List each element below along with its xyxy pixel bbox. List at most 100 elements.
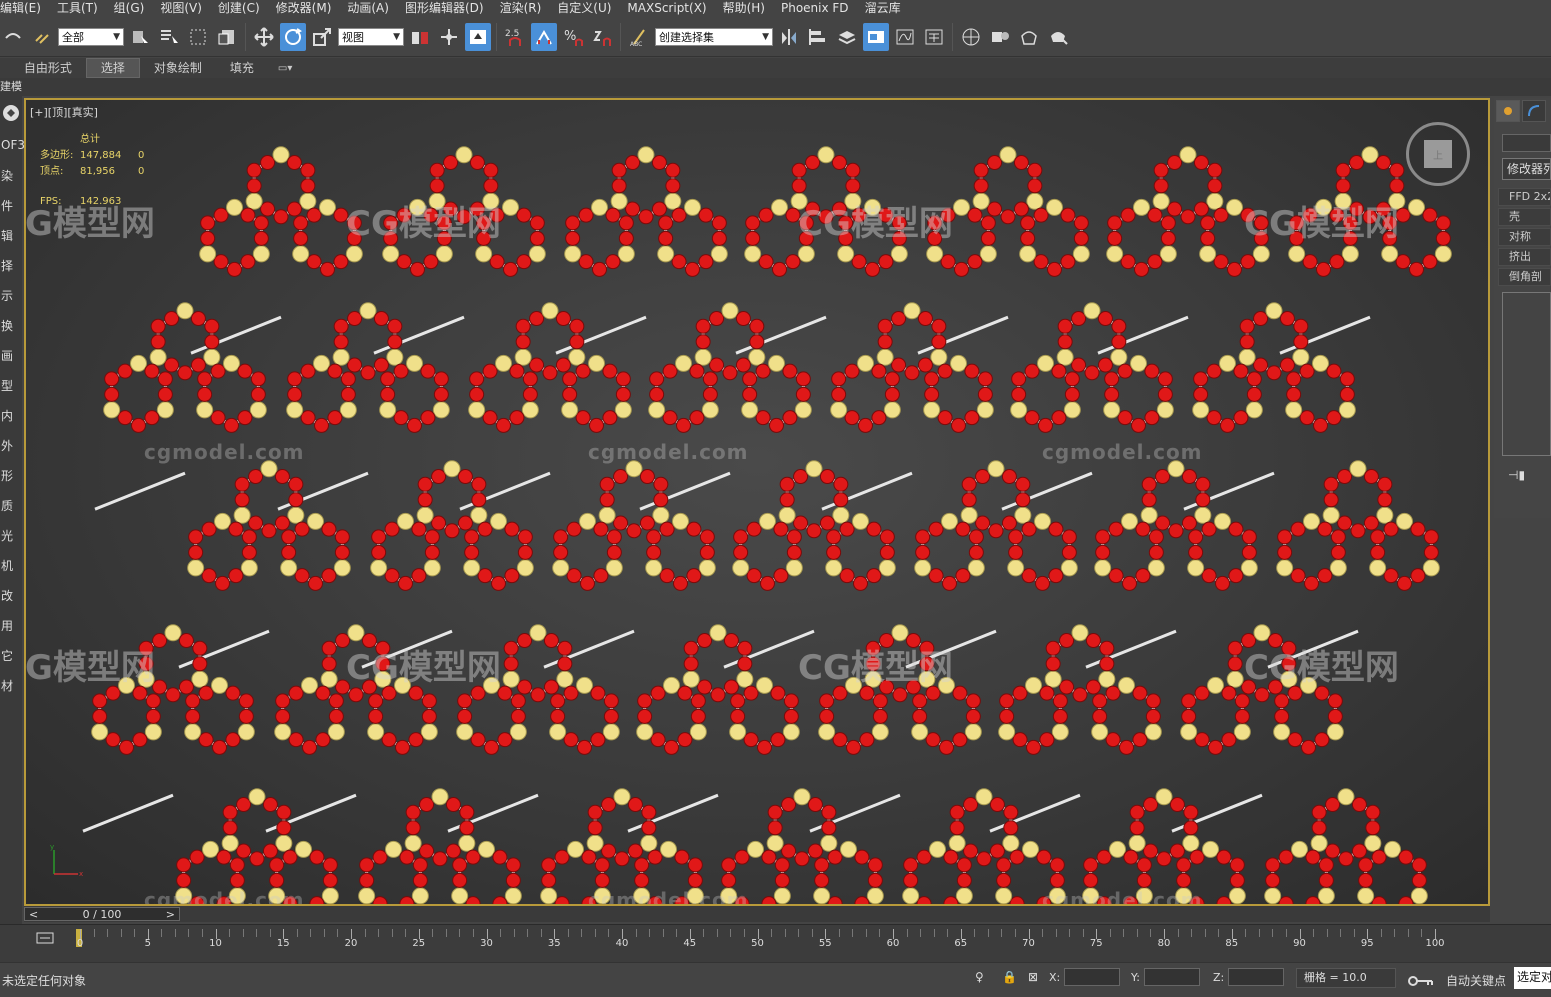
timeline-toggle-icon[interactable] (36, 931, 54, 945)
menu-item[interactable]: Phoenix FD (773, 0, 857, 17)
object-name-field[interactable] (1502, 134, 1551, 152)
render-frame-icon[interactable] (1016, 23, 1042, 51)
menu-item[interactable]: 组(G) (106, 0, 153, 17)
modifier-list-dropdown[interactable]: 修改器列表 (1502, 158, 1551, 180)
left-strip-item[interactable]: OF3 (0, 130, 25, 160)
viewcube[interactable]: 上 (1406, 122, 1470, 186)
menu-item[interactable]: 溜云库 (857, 0, 909, 17)
set-key-icon[interactable] (1408, 975, 1434, 987)
coord-z-field[interactable] (1228, 968, 1285, 986)
angle-snap-icon[interactable] (531, 22, 557, 51)
left-strip-item[interactable]: 换 (0, 310, 22, 340)
pivot-center-icon[interactable] (407, 23, 433, 51)
timeline[interactable]: 0 5 10 15 20 25 30 35 40 45 50 55 60 65 70 75 80 85 90 95 10… (0, 924, 1551, 962)
left-strip-item[interactable]: 用 (0, 610, 22, 640)
left-strip-item[interactable]: 它 (0, 640, 22, 670)
scale-icon[interactable] (309, 23, 335, 51)
link-icon[interactable] (29, 23, 55, 51)
keyboard-shortcut-icon[interactable] (465, 22, 491, 51)
ref-coord-dropdown[interactable]: 视图 ▼ (338, 27, 404, 46)
selection-lock-icon[interactable]: 🔒 (1002, 970, 1017, 986)
auto-key-button[interactable]: 自动关键点 (1446, 972, 1506, 989)
scene-explorer-icon[interactable] (863, 22, 889, 51)
align-icon[interactable] (805, 23, 831, 51)
menu-item[interactable]: 编辑(E) (0, 0, 49, 17)
menu-item[interactable]: 动画(A) (339, 0, 397, 17)
select-manipulate-icon[interactable] (436, 23, 462, 51)
molecule-mesh[interactable] (26, 100, 1490, 906)
left-strip-item[interactable]: 示 (0, 280, 22, 310)
modifier-symmetry-button[interactable]: 对称 (1498, 228, 1551, 246)
left-strip-item[interactable]: 型 (0, 370, 22, 400)
time-slider[interactable]: < 0 / 100 > (24, 906, 1490, 922)
tab-object-paint[interactable]: 对象绘制 (140, 59, 216, 77)
named-selection-dropdown[interactable]: 创建选择集 ▼ (655, 27, 773, 46)
left-strip-item[interactable]: 内 (0, 400, 22, 430)
percent-snap-icon[interactable]: % (560, 23, 586, 51)
layer-manager-icon[interactable] (834, 23, 860, 51)
menu-item[interactable]: 创建(C) (210, 0, 268, 17)
select-by-name-icon[interactable] (156, 23, 182, 51)
left-strip-item[interactable]: 形 (0, 460, 22, 490)
select-object-icon[interactable] (127, 23, 153, 51)
viewport-top[interactable]: [+][顶][真实] 总计 多边形: 147,884 0 顶点: 81,956 0 FP… (24, 98, 1490, 906)
modifier-stack[interactable] (1502, 292, 1551, 456)
modifier-bevel-profile-button[interactable]: 倒角剖 (1498, 268, 1551, 286)
curve-editor-icon[interactable] (892, 23, 918, 51)
ribbon-options-dropdown-icon[interactable]: ▭▾ (278, 63, 292, 74)
modifier-ffd-button[interactable]: FFD 2x2 (1498, 188, 1551, 206)
left-strip-item[interactable]: 材 (0, 670, 22, 700)
modifier-shell-button[interactable]: 壳 (1498, 208, 1551, 226)
rotate-icon[interactable] (280, 22, 306, 51)
spinner-snap-icon[interactable] (589, 23, 615, 51)
menu-item[interactable]: MAXScript(X) (619, 0, 714, 17)
render-production-icon[interactable] (1045, 23, 1071, 51)
pin-stack-icon[interactable]: ⊣▮ (1508, 468, 1551, 482)
create-tab-icon[interactable] (1496, 100, 1520, 122)
tab-selection[interactable]: 选择 (85, 58, 140, 78)
selection-set-dropdown[interactable]: 选定对象 (1514, 967, 1551, 989)
absolute-mode-icon[interactable]: ⊠ (1028, 970, 1042, 986)
coord-y-field[interactable] (1143, 968, 1200, 986)
time-slider-track[interactable]: < 0 / 100 > (24, 907, 180, 921)
ribbon-tab-modeling-stub[interactable] (0, 59, 10, 77)
edit-named-sel-icon[interactable]: ABC (626, 23, 652, 51)
viewcube-face-top[interactable]: 上 (1424, 140, 1452, 168)
left-strip-item[interactable]: 机 (0, 550, 22, 580)
next-frame-button[interactable]: > (166, 908, 175, 921)
menu-item[interactable]: 视图(V) (152, 0, 210, 17)
menu-item[interactable]: 工具(T) (49, 0, 106, 17)
menu-item[interactable]: 自定义(U) (549, 0, 619, 17)
modify-tab-icon[interactable] (1522, 100, 1546, 122)
menu-item[interactable]: 图形编辑器(D) (397, 0, 492, 17)
left-strip-item[interactable]: 辑 (0, 220, 22, 250)
rect-selection-icon[interactable] (185, 23, 211, 51)
modifier-extrude-button[interactable]: 挤出 (1498, 248, 1551, 266)
render-setup-icon[interactable] (987, 23, 1013, 51)
schematic-view-icon[interactable] (921, 23, 947, 51)
left-strip-item[interactable]: 染 (0, 160, 22, 190)
isolate-selection-icon[interactable]: ♀ (975, 970, 989, 986)
timeline-ruler[interactable]: 0 5 10 15 20 25 30 35 40 45 50 55 60 65 70 75 80 85 90 95 10… (77, 925, 1445, 963)
selection-filter-dropdown[interactable]: 全部 ▼ (58, 27, 124, 46)
tab-freeform[interactable]: 自由形式 (10, 59, 86, 77)
menu-item[interactable]: 帮助(H) (715, 0, 773, 17)
tab-populate[interactable]: 填充 (216, 59, 268, 77)
left-strip-item[interactable]: 质 (0, 490, 22, 520)
left-strip-item[interactable]: 画 (0, 340, 22, 370)
snap-2-5-icon[interactable]: 2.5 (502, 23, 528, 51)
material-editor-icon[interactable] (958, 23, 984, 51)
left-strip-item[interactable]: 改 (0, 580, 22, 610)
prev-frame-button[interactable]: < (29, 908, 38, 921)
left-strip-item[interactable]: 外 (0, 430, 22, 460)
menu-item[interactable]: 修改器(M) (268, 0, 340, 17)
coord-x-field[interactable] (1064, 968, 1121, 986)
move-icon[interactable] (251, 23, 277, 51)
window-crossing-icon[interactable] (214, 23, 240, 51)
menu-item[interactable]: 渲染(R) (492, 0, 550, 17)
mirror-icon[interactable] (776, 23, 802, 51)
undo-icon[interactable] (0, 23, 26, 51)
left-strip-item[interactable]: 光 (0, 520, 22, 550)
left-strip-item[interactable]: 件 (0, 190, 22, 220)
viewport-label[interactable]: [+][顶][真实] (30, 104, 98, 120)
